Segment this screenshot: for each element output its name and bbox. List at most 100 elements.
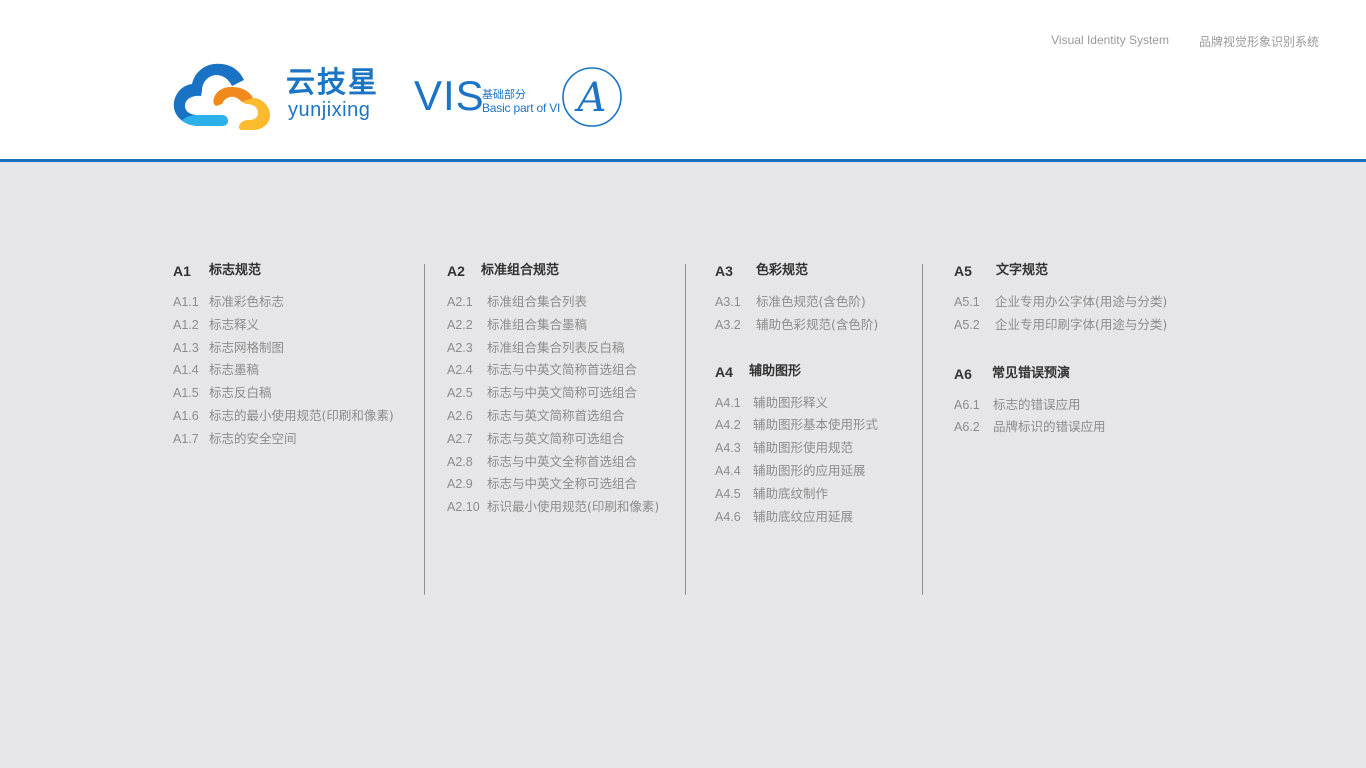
- section-heading-a4[interactable]: A4 辅助图形: [715, 363, 878, 381]
- toc-item[interactable]: A1.6 标志的最小使用规范(印刷和像素): [173, 405, 394, 428]
- section-heading-a2[interactable]: A2 标准组合规范: [447, 262, 659, 280]
- toc-column-a3-a4: A3 色彩规范 A3.1 标准色规范(含色阶) A3.2 辅助色彩规范(含色阶) A…: [715, 262, 878, 528]
- toc-column-a2: A2 标准组合规范 A2.1 标准组合集合列表 A2.2 标准组合集合墨稿 A2.3…: [447, 262, 659, 519]
- item-label: 辅助图形的应用延展: [753, 462, 866, 478]
- item-label: 标志与中英文简称首选组合: [487, 362, 638, 378]
- section-title: 辅助图形: [749, 363, 802, 379]
- toc-item[interactable]: A2.4 标志与中英文简称首选组合: [447, 359, 659, 382]
- section-heading-a3[interactable]: A3 色彩规范: [715, 262, 878, 280]
- toc-item[interactable]: A4.5 辅助底纹制作: [715, 483, 878, 506]
- toc-item[interactable]: A4.6 辅助底纹应用延展: [715, 506, 878, 529]
- toc-item[interactable]: A3.2 辅助色彩规范(含色阶): [715, 314, 878, 337]
- toc-item[interactable]: A2.1 标准组合集合列表: [447, 291, 659, 314]
- item-number: A4.3: [715, 441, 741, 456]
- item-number: A2.3: [447, 340, 473, 355]
- toc-column-a1: A1 标志规范 A1.1 标准彩色标志 A1.2 标志释义 A1.3 标志网格制图 A…: [173, 262, 394, 451]
- item-number: A2.4: [447, 363, 473, 378]
- toc-item[interactable]: A4.4 辅助图形的应用延展: [715, 460, 878, 483]
- toc-item[interactable]: A6.2 品牌标识的错误应用: [954, 416, 1167, 439]
- item-label: 辅助图形释义: [753, 394, 829, 410]
- item-label: 标志与中英文全称首选组合: [487, 453, 638, 469]
- item-label: 标准组合集合墨稿: [487, 316, 588, 332]
- section-number: A4: [715, 363, 733, 380]
- toc-item[interactable]: A1.5 标志反白稿: [173, 382, 394, 405]
- item-label: 辅助底纹应用延展: [753, 508, 854, 524]
- section-title: 标志规范: [209, 263, 262, 278]
- item-number: A2.6: [447, 408, 473, 423]
- item-label: 标准组合集合列表: [487, 294, 588, 309]
- toc-item[interactable]: A4.2 辅助图形基本使用形式: [715, 414, 878, 437]
- toc-item[interactable]: A4.1 辅助图形释义: [715, 392, 878, 415]
- item-number: A4.1: [715, 395, 741, 410]
- toc-item[interactable]: A2.8 标志与中英文全称首选组合: [447, 451, 659, 474]
- item-number: A1.1: [173, 295, 199, 309]
- item-number: A2.7: [447, 431, 473, 446]
- item-label: 标志释义: [209, 316, 260, 332]
- item-label: 辅助色彩规范(含色阶): [756, 316, 879, 332]
- toc-item[interactable]: A2.9 标志与中英文全称可选组合: [447, 473, 659, 496]
- item-label: 标志网格制图: [209, 339, 285, 355]
- toc-item[interactable]: A3.1 标准色规范(含色阶): [715, 291, 878, 314]
- top-links: Visual Identity System 品牌视觉形象识别系统: [1051, 33, 1319, 50]
- toc-item[interactable]: A2.2 标准组合集合墨稿: [447, 314, 659, 337]
- item-number: A2.5: [447, 386, 473, 401]
- item-number: A1.4: [173, 363, 199, 378]
- toc-column-a5-a6: A5 文字规范 A5.1 企业专用办公字体(用途与分类) A5.2 企业专用印刷字体…: [954, 262, 1167, 439]
- section-heading-a5[interactable]: A5 文字规范: [954, 262, 1167, 280]
- cloud-logo-icon: [173, 63, 270, 131]
- item-label: 企业专用印刷字体(用途与分类): [995, 316, 1168, 332]
- toc-item[interactable]: A2.10 标识最小使用规范(印刷和像素): [447, 496, 659, 519]
- section-title: 文字规范: [996, 263, 1049, 278]
- toc-item[interactable]: A1.2 标志释义: [173, 314, 394, 337]
- item-number: A5.1: [954, 295, 980, 309]
- section-number: A5: [954, 263, 972, 279]
- item-number: A6.2: [954, 420, 980, 435]
- item-number: A4.4: [715, 463, 741, 478]
- item-label: 标志墨稿: [209, 362, 260, 378]
- toc-item[interactable]: A2.5 标志与中英文简称可选组合: [447, 382, 659, 405]
- toc-item[interactable]: A1.1 标准彩色标志: [173, 291, 394, 314]
- section-a-emblem-icon: A: [562, 67, 622, 127]
- toc-item[interactable]: A2.7 标志与英文简称可选组合: [447, 428, 659, 451]
- column-divider: [685, 264, 686, 595]
- item-label: 企业专用办公字体(用途与分类): [995, 294, 1168, 309]
- top-link-vis-en: Visual Identity System: [1051, 33, 1169, 47]
- item-label: 辅助图形使用规范: [753, 440, 854, 456]
- emblem-letter: A: [574, 75, 607, 121]
- item-label: 标志与英文简称可选组合: [487, 430, 625, 446]
- item-number: A3.2: [715, 317, 741, 332]
- top-link-vis-cn: 品牌视觉形象识别系统: [1198, 35, 1319, 49]
- item-number: A2.10: [447, 500, 480, 515]
- item-label: 标志反白稿: [209, 385, 272, 401]
- item-label: 标识最小使用规范(印刷和像素): [487, 499, 660, 515]
- section-title: 色彩规范: [756, 263, 809, 278]
- item-number: A1.2: [173, 317, 199, 332]
- vis-title: VIS: [414, 72, 485, 119]
- item-label: 标志的安全空间: [209, 430, 297, 446]
- toc-item[interactable]: A2.6 标志与英文简称首选组合: [447, 405, 659, 428]
- item-number: A2.8: [447, 454, 473, 469]
- item-number: A4.5: [715, 486, 741, 501]
- item-label: 标志与英文简称首选组合: [487, 407, 625, 423]
- item-number: A1.6: [173, 408, 199, 423]
- header: Visual Identity System 品牌视觉形象识别系统 云技星 yu…: [0, 0, 1366, 160]
- toc-item[interactable]: A5.2 企业专用印刷字体(用途与分类): [954, 314, 1167, 337]
- header-divider: [0, 159, 1366, 162]
- item-label: 标准色规范(含色阶): [756, 294, 866, 309]
- section-heading-a6[interactable]: A6 常见错误预演: [954, 365, 1167, 383]
- item-number: A6.1: [954, 397, 980, 412]
- item-number: A4.6: [715, 509, 741, 524]
- item-number: A3.1: [715, 295, 741, 309]
- toc-item[interactable]: A5.1 企业专用办公字体(用途与分类): [954, 291, 1167, 314]
- toc-item[interactable]: A1.3 标志网格制图: [173, 337, 394, 360]
- item-number: A1.7: [173, 431, 199, 446]
- toc-item[interactable]: A2.3 标准组合集合列表反白稿: [447, 337, 659, 360]
- toc-item[interactable]: A1.7 标志的安全空间: [173, 428, 394, 451]
- item-label: 标准彩色标志: [209, 294, 285, 309]
- section-heading-a1[interactable]: A1 标志规范: [173, 262, 394, 280]
- toc-item[interactable]: A6.1 标志的错误应用: [954, 394, 1167, 417]
- toc-item[interactable]: A4.3 辅助图形使用规范: [715, 437, 878, 460]
- item-label: 标志的错误应用: [993, 396, 1081, 412]
- section-number: A1: [173, 263, 191, 279]
- toc-item[interactable]: A1.4 标志墨稿: [173, 359, 394, 382]
